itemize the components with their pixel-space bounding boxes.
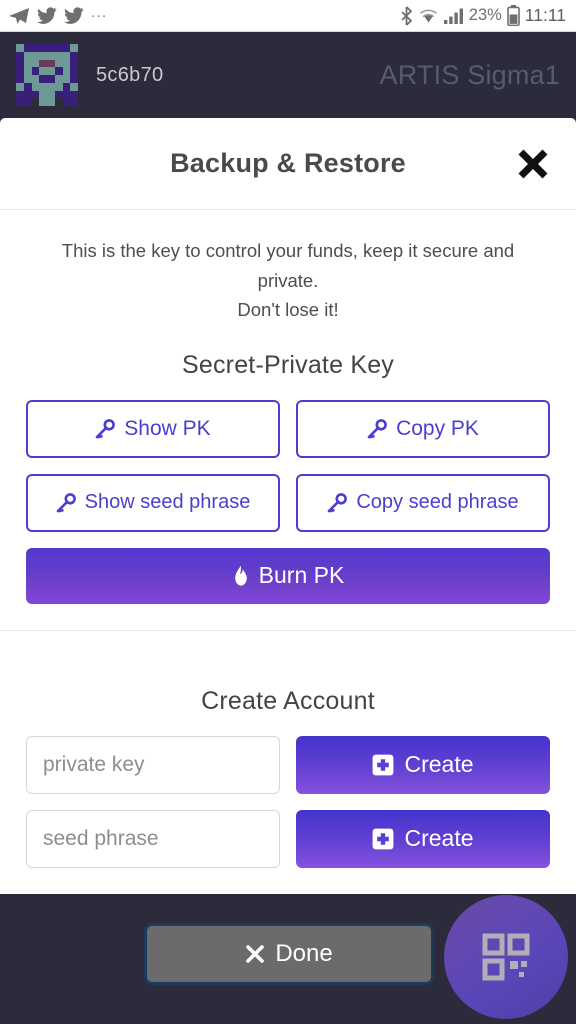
battery-icon: [506, 5, 520, 26]
status-bar-right: 23% 11:11: [400, 5, 566, 26]
private-key-input[interactable]: [26, 735, 280, 794]
create-button-label: Create: [404, 825, 474, 852]
qr-scan-fab[interactable]: [444, 895, 568, 1019]
show-seed-phrase-label: Show seed phrase: [84, 491, 251, 514]
burn-pk-button[interactable]: Burn PK: [26, 547, 550, 604]
key-action-grid: Show PK Copy PK Show seed phrase Copy se…: [26, 399, 550, 532]
secret-key-heading: Secret-Private Key: [181, 350, 394, 379]
copy-seed-phrase-label: Copy seed phrase: [356, 491, 519, 514]
show-seed-phrase-button[interactable]: Show seed phrase: [26, 473, 280, 532]
security-notice-line2: Don't lose it!: [237, 299, 339, 321]
key-icon: [367, 418, 387, 439]
create-row-private-key: Create: [26, 735, 550, 794]
app-header: 5c6b70 ARTIS Sigma1: [0, 32, 576, 118]
done-label: Done: [275, 940, 333, 967]
done-button[interactable]: Done: [144, 923, 434, 985]
qr-code-icon: [481, 932, 531, 982]
create-button-label: Create: [404, 751, 474, 778]
copy-seed-phrase-button[interactable]: Copy seed phrase: [296, 473, 550, 532]
seed-phrase-input[interactable]: [26, 809, 280, 868]
account-identicon: [16, 44, 78, 106]
secret-key-section: This is the key to control your funds, k…: [0, 210, 576, 631]
close-icon[interactable]: [512, 143, 554, 185]
wifi-icon: [418, 7, 439, 25]
create-account-heading: Create Account: [201, 686, 375, 715]
create-from-seed-phrase-button[interactable]: Create: [296, 809, 550, 868]
plus-square-icon: [372, 754, 394, 776]
status-overflow-dots: ...: [91, 4, 108, 21]
show-pk-label: Show PK: [124, 416, 211, 440]
copy-pk-label: Copy PK: [396, 416, 479, 440]
key-icon: [95, 418, 116, 439]
status-clock: 11:11: [524, 5, 566, 25]
security-notice: This is the key to control your funds, k…: [26, 236, 550, 325]
show-pk-button[interactable]: Show PK: [26, 399, 280, 458]
bluetooth-icon: [400, 5, 413, 26]
status-bar-left: ...: [8, 4, 108, 25]
account-address: 5c6b70: [96, 63, 164, 86]
modal-header: Backup & Restore: [0, 118, 576, 210]
battery-percent-label: 23%: [468, 6, 502, 24]
key-icon: [56, 492, 76, 513]
page-title: Backup & Restore: [170, 148, 406, 178]
telegram-send-icon: [8, 7, 30, 25]
network-name: ARTIS Sigma1: [379, 59, 560, 90]
create-account-section: Create Account Create Create: [0, 631, 576, 892]
plus-square-icon: [372, 828, 394, 850]
backup-restore-modal: Backup & Restore This is the key to cont…: [0, 118, 576, 894]
app-root: ... 23% 11:11 5c6b70 ARTIS Sigma1 Backup…: [0, 0, 576, 1024]
cellular-signal-icon: [443, 7, 464, 25]
twitter-bird-icon: [64, 7, 84, 24]
twitter-bird-icon: [37, 7, 57, 24]
create-from-private-key-button[interactable]: Create: [296, 735, 550, 794]
security-notice-line1: This is the key to control your funds, k…: [61, 240, 515, 291]
copy-pk-button[interactable]: Copy PK: [296, 399, 550, 458]
status-bar: ... 23% 11:11: [0, 0, 576, 32]
flame-icon: [232, 565, 250, 587]
create-row-seed-phrase: Create: [26, 809, 550, 868]
burn-pk-label: Burn PK: [258, 562, 345, 589]
close-x-icon: [245, 944, 265, 964]
key-icon: [327, 492, 348, 513]
